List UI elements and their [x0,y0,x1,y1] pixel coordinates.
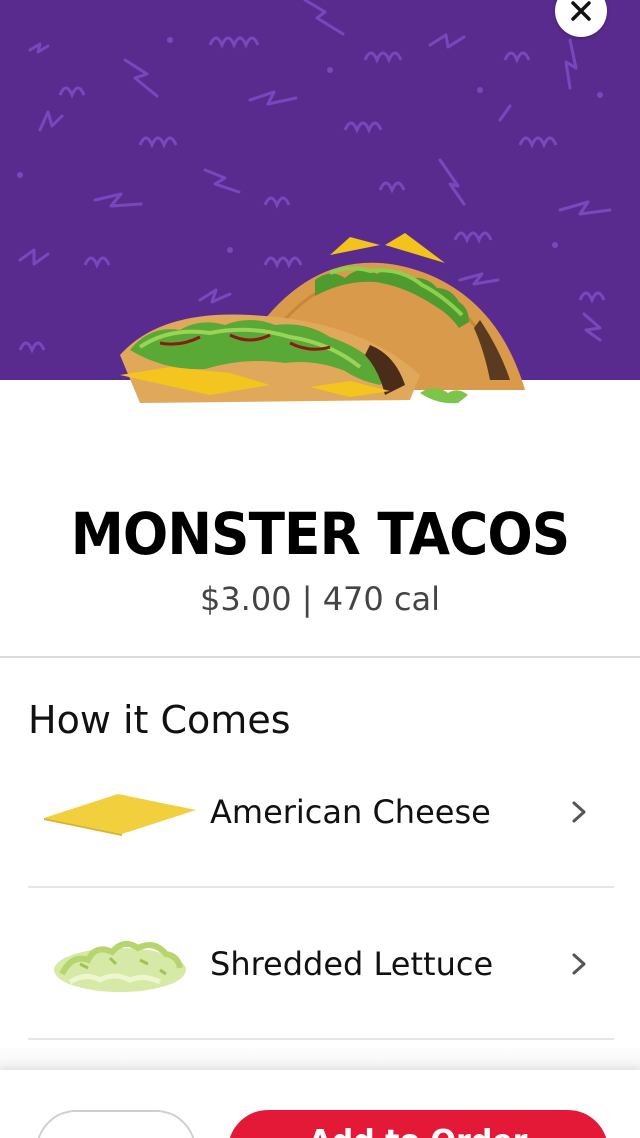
add-to-order-button[interactable]: Add to Order [228,1110,608,1138]
cheese-slice-icon [44,794,196,836]
ingredient-row-shredded-lettuce[interactable]: Shredded Lettuce [28,890,614,1040]
quantity-selector[interactable] [36,1110,196,1138]
taco-product-image [120,233,525,404]
chevron-right-icon [572,801,586,823]
product-price-calories: $3.00 | 470 cal [199,580,441,618]
close-icon [571,1,591,21]
lettuce-icon [54,940,186,992]
product-detail-screen: MONSTER TACOS $3.00 | 470 cal How it Com… [0,0,640,1138]
how-it-comes-heading: How it Comes [28,698,291,742]
ingredient-row-american-cheese[interactable]: American Cheese [28,738,614,888]
divider [0,656,640,658]
chevron-right-icon [572,953,586,975]
ingredient-label: Shredded Lettuce [210,945,494,983]
product-title: MONSTER TACOS [70,500,571,568]
ingredient-label: American Cheese [210,793,491,831]
